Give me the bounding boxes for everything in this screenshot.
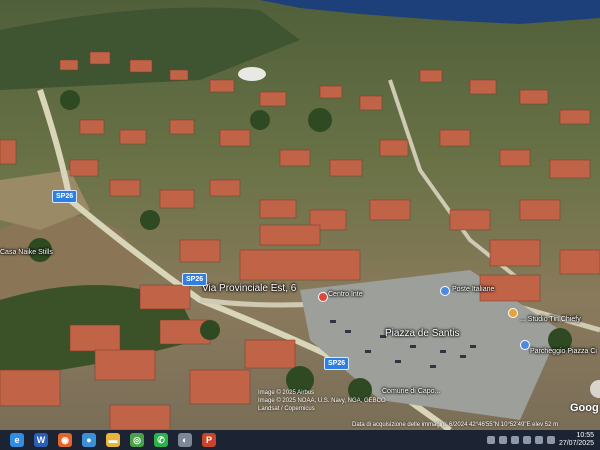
folder-icon[interactable]: ▬ bbox=[106, 433, 120, 447]
chrome-icon[interactable]: ◎ bbox=[130, 433, 144, 447]
app-icon[interactable]: ◐ bbox=[178, 433, 192, 447]
post-office-marker[interactable] bbox=[440, 286, 450, 296]
edge-icon[interactable]: e bbox=[10, 433, 24, 447]
place-label: Comune di Capo... bbox=[382, 388, 441, 395]
clock-time: 10:55 bbox=[576, 432, 594, 439]
word-icon[interactable]: W bbox=[34, 433, 48, 447]
credit-line: Image © 2025 NOAA, U.S. Navy, NGA, GEBCO bbox=[258, 398, 386, 404]
satellite-map-view[interactable]: Via Provinciale Est, 6 Piazza de Santis … bbox=[0, 0, 600, 430]
place-label: Piazza de Santis bbox=[385, 328, 460, 339]
tray-icon[interactable] bbox=[498, 436, 507, 444]
street-label: Via Provinciale Est, 6 bbox=[202, 283, 297, 294]
credit-line: Image © 2025 Airbus bbox=[258, 390, 315, 396]
credit-line: Landsat / Copernicus bbox=[258, 406, 315, 412]
powerpoint-icon[interactable]: P bbox=[202, 433, 216, 447]
place-label: Parcheggio Piazza Ci bbox=[530, 348, 597, 355]
tray-icon[interactable] bbox=[486, 436, 495, 444]
road-shield: SP26 bbox=[182, 273, 208, 286]
system-tray: 10:55 27/07/2025 bbox=[486, 430, 600, 450]
whatsapp-icon[interactable]: ✆ bbox=[154, 433, 168, 447]
clock[interactable]: 10:55 27/07/2025 bbox=[559, 432, 594, 448]
google-watermark: Goog bbox=[570, 402, 599, 414]
battery-icon[interactable] bbox=[546, 436, 555, 444]
taskbar: e W ◉ ● ▬ ◎ ✆ ◐ P 10:55 27/07/2025 bbox=[0, 430, 600, 450]
acquisition-info: Data di acquisizione delle immagini: 6/2… bbox=[352, 422, 559, 428]
volume-icon[interactable] bbox=[534, 436, 543, 444]
map-imagery bbox=[0, 0, 600, 430]
place-label: Centro Inte bbox=[328, 291, 363, 298]
clock-date: 27/07/2025 bbox=[558, 440, 594, 447]
road-shield: SP26 bbox=[324, 357, 350, 370]
firefox-icon[interactable]: ◉ bbox=[58, 433, 72, 447]
place-label: Poste Italiane bbox=[452, 286, 495, 293]
parking-marker[interactable] bbox=[520, 340, 530, 350]
imagery-credits: Image © 2025 Airbus Image © 2025 NOAA, U… bbox=[258, 389, 386, 413]
place-label: ... Studio Tin Chiefy bbox=[520, 316, 581, 323]
earth-icon[interactable]: ● bbox=[82, 433, 96, 447]
taskbar-apps: e W ◉ ● ▬ ◎ ✆ ◐ P bbox=[0, 433, 216, 447]
poi-marker[interactable] bbox=[508, 308, 518, 318]
road-shield: SP26 bbox=[52, 190, 78, 203]
place-label: Casa Naike Stills bbox=[0, 249, 53, 256]
tray-icon[interactable] bbox=[510, 436, 519, 444]
poi-marker[interactable] bbox=[318, 292, 328, 302]
wifi-icon[interactable] bbox=[522, 436, 531, 444]
